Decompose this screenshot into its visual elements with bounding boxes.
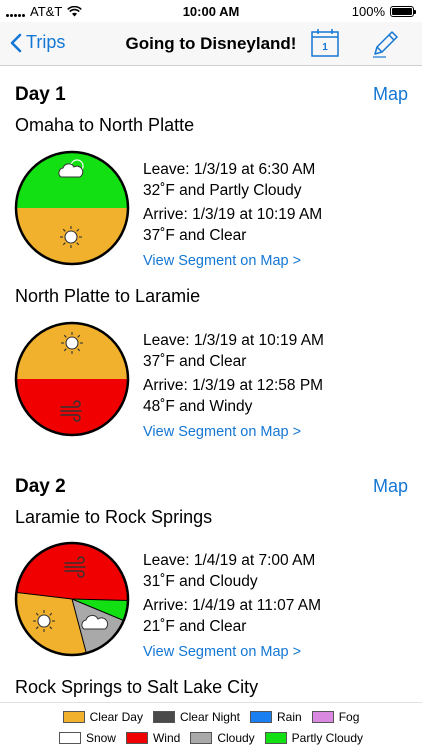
leave-time: Leave: 1/3/19 at 6:30 AM bbox=[143, 161, 316, 178]
legend-swatch bbox=[250, 711, 272, 723]
legend-swatch bbox=[190, 732, 213, 744]
legend-item: Rain bbox=[250, 710, 302, 724]
status-bar: AT&T 10:00 AM 100% bbox=[0, 0, 422, 22]
legend-label: Cloudy bbox=[217, 731, 255, 745]
legend-swatch bbox=[152, 711, 175, 723]
pie-slice-partly-cloudy bbox=[16, 152, 128, 208]
day-map-link[interactable]: Map bbox=[373, 476, 408, 497]
leave-time: Leave: 1/4/19 at 7:00 AM bbox=[143, 552, 316, 569]
view-segment-link[interactable]: View Segment on Map > bbox=[143, 422, 301, 443]
segment-info: Leave: 1/4/19 at 7:00 AM 31˚F and Cloudy… bbox=[143, 550, 321, 663]
day-header: Day 2 bbox=[15, 476, 66, 497]
day-map-link[interactable]: Map bbox=[373, 84, 408, 105]
arrive-time: Arrive: 1/3/19 at 10:19 AM bbox=[143, 206, 323, 223]
leave-weather: 37˚F and Clear bbox=[143, 353, 247, 370]
legend-row: Clear Day Clear Night Rain Fog bbox=[0, 710, 422, 724]
arrive-weather: 48˚F and Windy bbox=[143, 398, 253, 415]
segment-title: Rock Springs to Salt Lake City bbox=[15, 677, 259, 697]
legend-item: Partly Cloudy bbox=[264, 731, 364, 745]
legend-swatch bbox=[311, 711, 334, 723]
legend-label: Wind bbox=[152, 731, 181, 745]
legend-label: Rain bbox=[277, 710, 302, 724]
status-right: 100% bbox=[351, 4, 416, 19]
legend-label: Clear Day bbox=[89, 710, 143, 724]
legend-swatch bbox=[58, 732, 81, 744]
legend-swatch bbox=[125, 732, 148, 744]
weather-legend: Clear Day Clear Night Rain Fog Snow Wind… bbox=[0, 702, 422, 750]
legend-label: Fog bbox=[338, 710, 360, 724]
legend-item: Clear Night bbox=[152, 710, 240, 724]
segment-info: Leave: 1/3/19 at 6:30 AM 32˚F and Partly… bbox=[143, 159, 322, 272]
calendar-day: 1 bbox=[322, 42, 328, 53]
edit-pencil-button[interactable] bbox=[370, 28, 400, 58]
arrive-time: Arrive: 1/3/19 at 12:58 PM bbox=[143, 377, 324, 394]
segment-weather-pie bbox=[14, 150, 130, 266]
legend-label: Partly Cloudy bbox=[291, 731, 364, 745]
legend-item: Clear Day bbox=[62, 710, 143, 724]
legend-item: Fog bbox=[311, 710, 360, 724]
legend-item: Wind bbox=[125, 731, 181, 745]
segment-weather-pie bbox=[14, 541, 130, 657]
segment-title: Omaha to North Platte bbox=[15, 115, 195, 135]
leave-time: Leave: 1/3/19 at 10:19 AM bbox=[143, 332, 324, 349]
legend-swatch bbox=[62, 711, 85, 723]
leave-weather: 32˚F and Partly Cloudy bbox=[143, 182, 302, 199]
legend-label: Clear Night bbox=[179, 710, 240, 724]
legend-label: Snow bbox=[85, 731, 116, 745]
battery-icon bbox=[390, 6, 416, 17]
pie-slice-wind bbox=[16, 379, 128, 435]
day-header: Day 1 bbox=[15, 84, 66, 105]
calendar-button[interactable]: 1 bbox=[310, 28, 340, 58]
leave-weather: 31˚F and Cloudy bbox=[143, 573, 258, 590]
view-segment-link[interactable]: View Segment on Map > bbox=[143, 642, 301, 663]
segment-weather-pie bbox=[14, 321, 130, 437]
legend-swatch bbox=[264, 732, 287, 744]
view-segment-link[interactable]: View Segment on Map > bbox=[143, 251, 301, 272]
arrive-weather: 37˚F and Clear bbox=[143, 227, 247, 244]
legend-item: Snow bbox=[58, 731, 116, 745]
segment-info: Leave: 1/3/19 at 10:19 AM 37˚F and Clear… bbox=[143, 330, 324, 443]
navigation-bar: Trips Going to Disneyland! 1 bbox=[0, 22, 422, 66]
pie-slice-clear-day bbox=[16, 323, 128, 379]
arrive-time: Arrive: 1/4/19 at 11:07 AM bbox=[143, 597, 322, 614]
segment-title: Laramie to Rock Springs bbox=[15, 507, 213, 527]
legend-item: Cloudy bbox=[190, 731, 255, 745]
page-title: Going to Disneyland! bbox=[125, 34, 297, 53]
battery-percent: 100% bbox=[351, 4, 385, 19]
segment-title: North Platte to Laramie bbox=[15, 286, 201, 306]
arrive-weather: 21˚F and Clear bbox=[143, 618, 247, 635]
trip-content: Day 1 Map Omaha to North Platte Leave: 1… bbox=[0, 67, 422, 702]
legend-row: Snow Wind Cloudy Partly Cloudy bbox=[0, 731, 422, 745]
